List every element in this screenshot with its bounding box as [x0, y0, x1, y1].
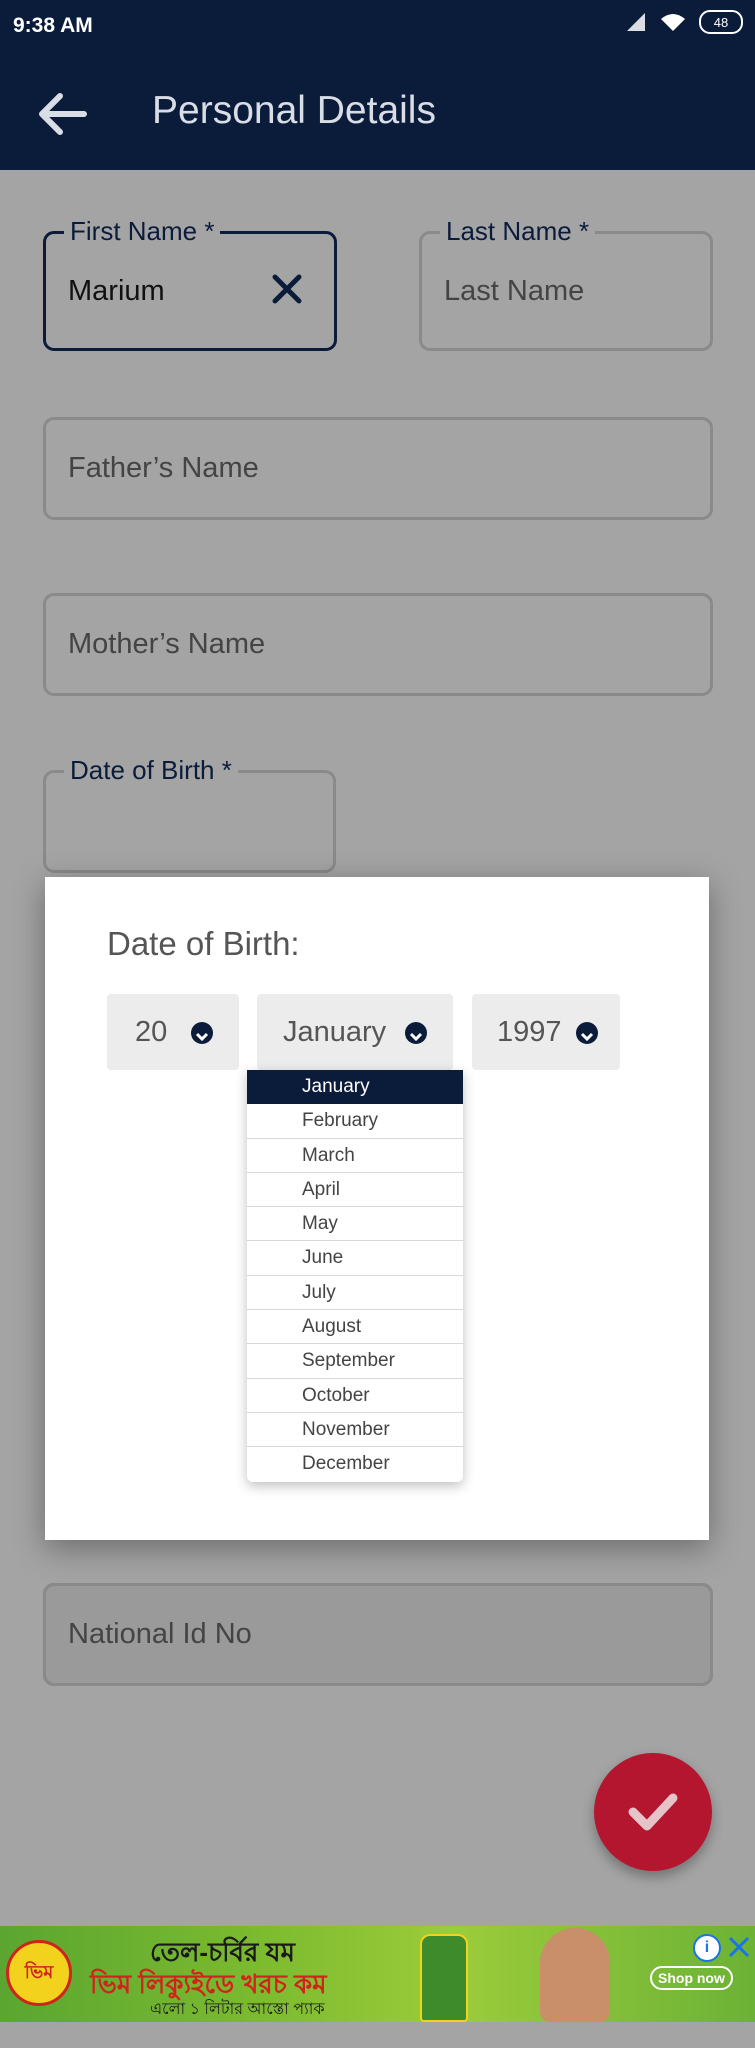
month-option[interactable]: April — [247, 1173, 463, 1208]
month-option[interactable]: January — [247, 1070, 463, 1105]
ad-shop-now-button[interactable]: Shop now — [650, 1966, 733, 1990]
page-title: Personal Details — [152, 89, 436, 132]
chevron-down-icon — [405, 1022, 427, 1044]
month-option[interactable]: March — [247, 1139, 463, 1173]
first-name-value: Marium — [68, 274, 165, 307]
dialog-title: Date of Birth: — [107, 925, 300, 962]
month-option[interactable]: October — [247, 1379, 463, 1413]
back-button[interactable] — [36, 92, 88, 136]
year-value: 1997 — [497, 1016, 562, 1048]
month-option[interactable]: December — [247, 1447, 463, 1481]
ad-info-icon[interactable]: i — [693, 1934, 721, 1962]
date-of-birth-label: Date of Birth * — [64, 755, 238, 786]
month-option[interactable]: May — [247, 1207, 463, 1242]
month-option[interactable]: September — [247, 1344, 463, 1379]
day-picker[interactable]: 20 — [107, 994, 239, 1070]
national-id-field[interactable]: National Id No — [43, 1583, 713, 1686]
ad-brand-logo: ভিম — [6, 1940, 72, 2006]
year-picker[interactable]: 1997 — [472, 994, 620, 1070]
mothers-name-field[interactable]: Mother’s Name — [43, 593, 713, 696]
signal-icon — [627, 13, 645, 31]
status-icons: 48 — [625, 10, 743, 34]
day-value: 20 — [135, 1016, 168, 1048]
month-option[interactable]: August — [247, 1310, 463, 1345]
ad-line3: এলো ১ লিটার আস্তো প্যাক — [150, 2001, 325, 2018]
month-picker[interactable]: January — [257, 994, 453, 1070]
fathers-name-placeholder: Father’s Name — [68, 452, 259, 484]
last-name-field[interactable]: Last Name * Last Name — [419, 216, 713, 351]
app-bar: Personal Details — [0, 56, 755, 170]
ad-banner[interactable]: ভিম তেল-চর্বির যম ভিম লিক্যুইডে খরচ কম এ… — [0, 1926, 755, 2022]
arrow-left-icon — [39, 93, 87, 135]
battery-icon: 48 — [699, 10, 743, 34]
date-of-birth-field[interactable]: Date of Birth * — [43, 755, 336, 873]
status-time: 9:38 AM — [13, 14, 93, 37]
first-name-field[interactable]: First Name * Marium — [43, 216, 337, 351]
ad-close-icon[interactable] — [726, 1934, 752, 1960]
month-option[interactable]: July — [247, 1276, 463, 1311]
close-icon — [272, 274, 302, 304]
month-option[interactable]: February — [247, 1104, 463, 1139]
status-bar: 9:38 AM 48 — [0, 0, 755, 56]
month-value: January — [283, 1016, 387, 1048]
month-option[interactable]: June — [247, 1241, 463, 1276]
ad-model-image — [540, 1928, 610, 2022]
ad-brand: ভিম — [24, 1961, 54, 1982]
month-option[interactable]: November — [247, 1413, 463, 1448]
chevron-down-icon — [576, 1022, 598, 1044]
chevron-down-icon — [191, 1022, 213, 1044]
month-dropdown: January February March April May June Ju… — [247, 1070, 463, 1482]
ad-product-image — [420, 1934, 468, 2022]
wifi-icon — [661, 14, 685, 31]
mothers-name-placeholder: Mother’s Name — [68, 628, 266, 660]
clear-first-name-button[interactable] — [272, 274, 302, 304]
last-name-placeholder: Last Name — [444, 274, 585, 307]
fathers-name-field[interactable]: Father’s Name — [43, 417, 713, 520]
national-id-placeholder: National Id No — [68, 1618, 252, 1650]
bottom-strip — [0, 2022, 755, 2048]
battery-level: 48 — [713, 14, 729, 30]
submit-button[interactable] — [594, 1753, 712, 1871]
checkmark-icon — [628, 1793, 678, 1831]
